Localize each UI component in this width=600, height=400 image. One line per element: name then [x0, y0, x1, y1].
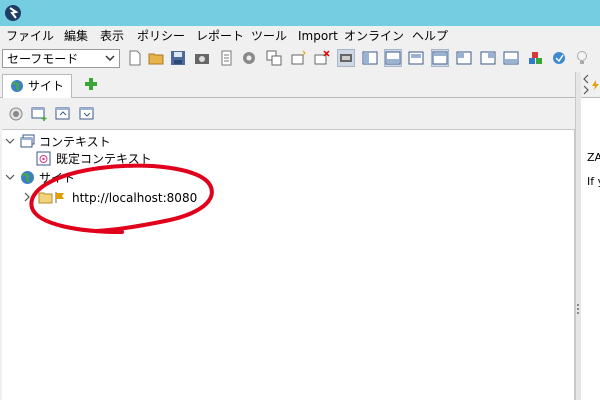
globe-icon [11, 80, 23, 92]
tab-sites-label: サイト [28, 79, 65, 93]
tree-node-default-context[interactable]: 既定コンテキスト [36, 151, 236, 167]
menu-report[interactable]: レポート [196, 29, 244, 43]
menu-bar: ファイル 編集 表示 ポリシー レポート ツール Import オンライン ヘル… [0, 26, 600, 46]
sites-label: サイト [39, 171, 76, 185]
tree-node-contexts[interactable]: コンテキスト [5, 134, 205, 150]
splitter-grip-dot [577, 312, 579, 314]
remove-panel-icon[interactable] [314, 50, 330, 66]
export-context-icon[interactable] [79, 106, 95, 122]
sites-tree: コンテキスト 既定コンテキスト サイト http://localhost:808… [2, 129, 575, 400]
lightbulb-icon[interactable] [574, 50, 590, 66]
menu-import[interactable]: Import [298, 29, 338, 43]
save-icon[interactable] [170, 50, 186, 66]
new-session-icon[interactable] [127, 50, 143, 66]
plus-icon[interactable] [84, 77, 98, 91]
target-icon[interactable] [8, 106, 24, 122]
options-gear-icon[interactable] [241, 50, 257, 66]
chevron-right-icon[interactable] [22, 192, 32, 202]
globe-icon [21, 171, 34, 184]
workspace-panel: ZA If y [581, 72, 600, 400]
flag-icon [55, 192, 64, 203]
lightning-icon[interactable] [591, 80, 600, 90]
sites-tab-row: サイト [0, 72, 575, 98]
chevron-right-icon[interactable] [581, 85, 591, 95]
menu-view[interactable]: 表示 [100, 29, 124, 43]
sites-panel: サイト コンテキスト 既定コンテキスト サイト http://localhost… [0, 72, 575, 400]
chevron-left-icon[interactable] [581, 74, 591, 84]
menu-policy[interactable]: ポリシー [137, 29, 185, 43]
site-node-label: http://localhost:8080 [72, 191, 198, 205]
tree-node-sites[interactable]: サイト [5, 170, 205, 186]
splitter-grip-dot [577, 304, 579, 306]
workspace-tab-strip [581, 72, 600, 98]
sites-subtoolbar [0, 99, 575, 127]
chevron-down-icon [105, 55, 115, 62]
new-context-icon[interactable] [31, 106, 47, 122]
console-icon[interactable] [337, 49, 355, 67]
layout-tabs-icon[interactable] [266, 50, 282, 66]
menu-edit[interactable]: 編集 [64, 29, 88, 43]
menu-file[interactable]: ファイル [6, 29, 54, 43]
main-toolbar: セーフモード [0, 46, 600, 72]
zap-logo-icon [5, 5, 21, 21]
quickstart-title-fragment: ZA [587, 151, 600, 164]
chevron-down-icon[interactable] [5, 172, 15, 182]
open-folder-icon[interactable] [148, 50, 164, 66]
expand-info-icon[interactable] [480, 50, 496, 66]
add-panel-icon[interactable] [291, 50, 307, 66]
expand-sites-icon[interactable] [456, 50, 472, 66]
chevron-down-icon[interactable] [5, 136, 15, 146]
quickstart-text-fragment: If y [587, 175, 600, 188]
title-bar [0, 0, 600, 26]
contexts-window-icon [20, 134, 35, 148]
contexts-label: コンテキスト [39, 135, 111, 149]
splitter-grip-dot [577, 308, 579, 310]
expand-full-icon[interactable] [503, 50, 519, 66]
layout-full-icon[interactable] [362, 50, 378, 66]
context-target-icon [36, 151, 51, 166]
show-tabs-icon[interactable] [431, 49, 449, 67]
mode-select-value: セーフモード [7, 52, 79, 66]
folder-icon [38, 192, 53, 204]
properties-icon[interactable] [219, 50, 235, 66]
snapshot-icon[interactable] [194, 50, 210, 66]
layout-side-icon[interactable] [408, 50, 424, 66]
tab-sites[interactable]: サイト [2, 74, 72, 98]
layout-bottom-icon[interactable] [384, 49, 402, 67]
mode-select[interactable]: セーフモード [2, 49, 120, 68]
menu-online[interactable]: オンライン [344, 29, 404, 43]
check-updates-icon[interactable] [551, 50, 567, 66]
import-context-icon[interactable] [55, 106, 71, 122]
tree-node-localhost[interactable]: http://localhost:8080 [22, 190, 222, 206]
menu-tools[interactable]: ツール [251, 29, 287, 43]
addons-icon[interactable] [528, 50, 544, 66]
menu-help[interactable]: ヘルプ [412, 29, 448, 43]
default-context-label: 既定コンテキスト [56, 152, 152, 166]
